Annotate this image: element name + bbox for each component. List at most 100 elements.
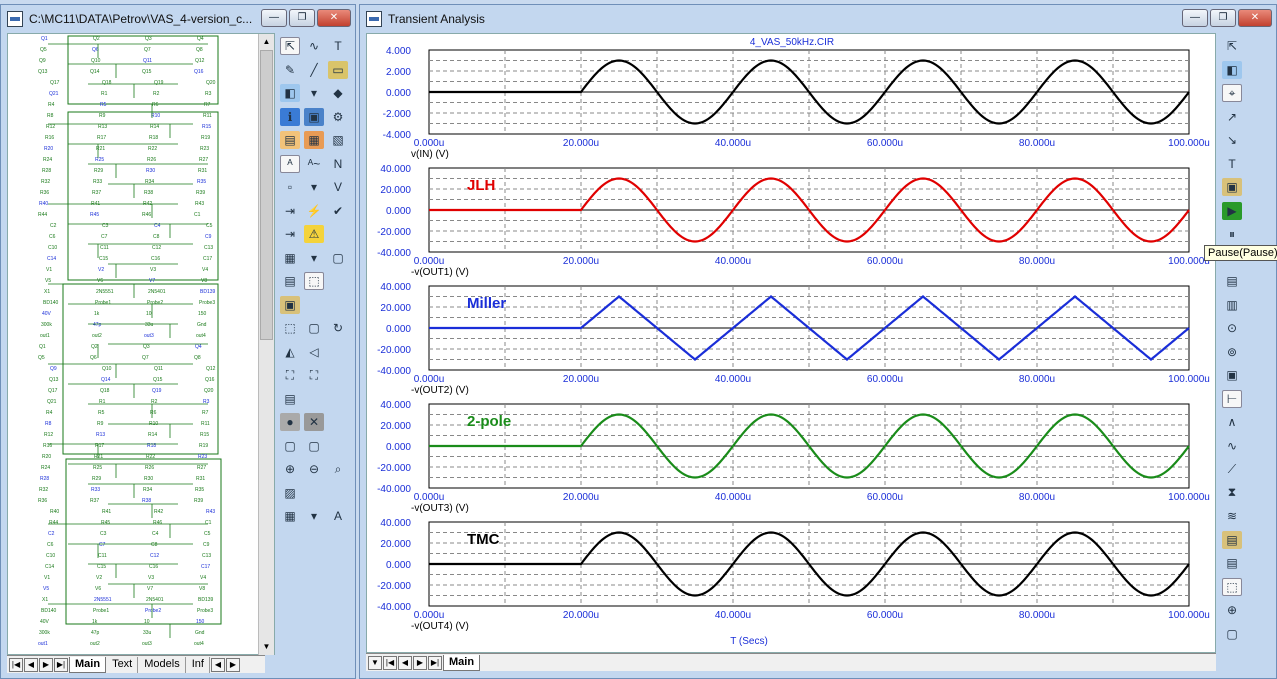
tab-main[interactable]: Main xyxy=(443,654,481,671)
left-tool-53-icon[interactable] xyxy=(328,437,348,455)
settings-icon[interactable]: ▣ xyxy=(1222,366,1242,384)
stop-icon[interactable]: ● xyxy=(280,413,300,431)
slope-icon[interactable]: ∿ xyxy=(1222,437,1242,455)
next-page-icon[interactable]: ▶ xyxy=(413,655,427,670)
text-icon[interactable]: T xyxy=(1222,155,1242,173)
last-page-icon[interactable]: ▶| xyxy=(428,655,442,670)
minimize-button[interactable]: — xyxy=(261,9,287,27)
select-mode-icon[interactable]: ⇱ xyxy=(280,37,300,55)
grid-dropdown-icon[interactable]: ▾ xyxy=(304,249,324,267)
zoom-in-icon[interactable]: ⊕ xyxy=(1222,601,1242,619)
draw-icon[interactable]: ✎ xyxy=(280,61,300,79)
first-page-icon[interactable]: |◀ xyxy=(9,657,23,672)
cancel-icon[interactable]: ✕ xyxy=(304,413,324,431)
zoom-out-icon[interactable]: ⊖ xyxy=(304,460,324,478)
restore-button[interactable]: ❐ xyxy=(1210,9,1236,27)
tab-main[interactable]: Main xyxy=(69,656,107,673)
properties-icon[interactable]: ▣ xyxy=(280,295,300,314)
scroll-up-arrow[interactable]: ▲ xyxy=(259,34,274,50)
peak-icon[interactable]: ⊢ xyxy=(1222,389,1242,408)
pin-icon[interactable]: ▫ xyxy=(280,178,300,196)
scroll-thumb[interactable] xyxy=(260,50,273,340)
properties-icon[interactable]: ▣ xyxy=(1222,178,1242,196)
pan-icon[interactable]: ▢ xyxy=(1222,625,1242,643)
prev-page-icon[interactable]: ◀ xyxy=(24,657,38,672)
tab-text[interactable]: Text xyxy=(107,656,139,673)
condition-icon[interactable]: ⇥ xyxy=(280,225,300,243)
select-mode-icon[interactable]: ⇱ xyxy=(1222,37,1242,55)
scroll-down-arrow[interactable]: ▼ xyxy=(259,639,274,655)
node-icon[interactable]: N xyxy=(328,155,348,173)
current-icon[interactable]: ⇥ xyxy=(280,202,300,220)
power-icon[interactable]: ⚡ xyxy=(304,202,324,220)
plot-area[interactable]: 4_VAS_50kHz.CIR 4.000 2.000 0.000 -2.000 -4.0… xyxy=(366,33,1216,653)
left-tool-32-icon[interactable] xyxy=(328,272,348,290)
zoom-fit-icon[interactable]: ⌕ xyxy=(328,460,348,478)
line-icon[interactable]: ╱ xyxy=(304,61,324,79)
component-icon[interactable]: ▭ xyxy=(328,60,348,79)
schematic-window-titlebar[interactable]: C:\MC11\DATA\Petrov\VAS_4-version_c... —… xyxy=(1,5,355,33)
high-icon[interactable]: ∧ xyxy=(1222,413,1242,431)
voltage-display-icon[interactable]: V xyxy=(328,178,348,196)
copy-icon[interactable]: ◧ xyxy=(280,84,300,102)
rotate-icon[interactable]: ↻ xyxy=(328,319,348,337)
font-icon[interactable]: A xyxy=(328,507,348,525)
text-mode-icon[interactable]: T xyxy=(328,37,348,55)
run-icon[interactable]: ▶ xyxy=(1222,201,1242,220)
tab-models[interactable]: Models xyxy=(139,656,186,673)
prev-page-icon[interactable]: ◀ xyxy=(398,655,412,670)
inflection-icon[interactable]: ⟋ xyxy=(1222,460,1242,478)
bottom-icon[interactable]: ≋ xyxy=(1222,507,1242,525)
tab-scroll-left-icon[interactable]: ◀ xyxy=(210,657,225,672)
schematic-canvas[interactable]: Q1 Q2 Q3 Q4 Q5 Q6 Q7 Q8 Q9 Q10 Q11 Q12 Q13 Q14 Q15 Q16 Q… xyxy=(7,33,275,655)
left-tool-46-icon[interactable] xyxy=(304,390,324,408)
left-tool-58-icon[interactable] xyxy=(304,484,324,502)
cursor-icon[interactable]: ⌖ xyxy=(1222,84,1242,102)
left-tool-44-icon[interactable] xyxy=(328,366,348,384)
dropdown-icon[interactable]: ▾ xyxy=(304,84,324,102)
clip-icon[interactable]: ▨ xyxy=(280,484,300,502)
dropdown-icon[interactable]: ▼ xyxy=(368,655,382,670)
pause-icon[interactable]: ⏸ xyxy=(1222,225,1242,243)
transient-window-titlebar[interactable]: Transient Analysis — ❐ ✕ xyxy=(360,5,1276,33)
scale-icon[interactable]: ⊙ xyxy=(1222,319,1242,337)
wire-mode-icon[interactable]: ∿ xyxy=(304,37,324,55)
attribute-display-icon[interactable]: ᴬ xyxy=(280,154,300,173)
text-display-icon[interactable]: ᴬ~ xyxy=(304,155,324,173)
info-icon[interactable]: ℹ xyxy=(280,107,300,126)
plot-list-icon[interactable]: ▤ xyxy=(1222,272,1242,290)
window-icon[interactable]: ▣ xyxy=(304,107,324,126)
left-tool-41-icon[interactable] xyxy=(328,343,348,361)
plot-grid-icon[interactable]: ▥ xyxy=(1222,296,1242,314)
copy-icon[interactable]: ◧ xyxy=(1222,60,1242,79)
warning-icon[interactable]: ⚠ xyxy=(304,225,324,243)
left-tool-34-icon[interactable] xyxy=(304,296,324,314)
page-list-icon[interactable]: ▤ xyxy=(280,272,300,290)
mirror-icon[interactable]: ◭ xyxy=(280,343,300,361)
empty-box-icon[interactable]: ▢ xyxy=(304,319,324,337)
netlist-icon[interactable]: ▤ xyxy=(280,390,300,408)
first-page-icon[interactable]: |◀ xyxy=(383,655,397,670)
zoom-in-icon[interactable]: ⊕ xyxy=(280,460,300,478)
last-page-icon[interactable]: ▶| xyxy=(54,657,68,672)
schematic-vertical-scrollbar[interactable]: ▲ ▼ xyxy=(258,34,274,655)
left-tool-47-icon[interactable] xyxy=(328,390,348,408)
left-tool-59-icon[interactable] xyxy=(328,484,348,502)
find-icon[interactable]: ⛶ xyxy=(280,366,300,384)
auto-scale-icon[interactable]: ⊚ xyxy=(1222,343,1242,361)
close-button[interactable]: ✕ xyxy=(1238,9,1272,27)
page-icon[interactable]: ▢ xyxy=(328,249,348,267)
box-select-icon[interactable]: ⬚ xyxy=(280,319,300,337)
settings-icon[interactable]: ⚙ xyxy=(328,108,348,126)
copy-page-icon[interactable]: ▢ xyxy=(280,437,300,455)
probe-icon[interactable]: ◆ xyxy=(328,84,348,102)
next-page-icon[interactable]: ▶ xyxy=(39,657,53,672)
cross-icon[interactable]: ⧗ xyxy=(1222,484,1242,502)
left-tool-35-icon[interactable] xyxy=(328,296,348,314)
attribute-icon[interactable]: ▧ xyxy=(328,131,348,149)
close-button[interactable]: ✕ xyxy=(317,9,351,27)
restore-button[interactable]: ❐ xyxy=(289,9,315,27)
tab-info[interactable]: Inf xyxy=(187,656,210,673)
check-icon[interactable]: ✔ xyxy=(328,202,348,220)
flip-icon[interactable]: ◁ xyxy=(304,343,324,361)
